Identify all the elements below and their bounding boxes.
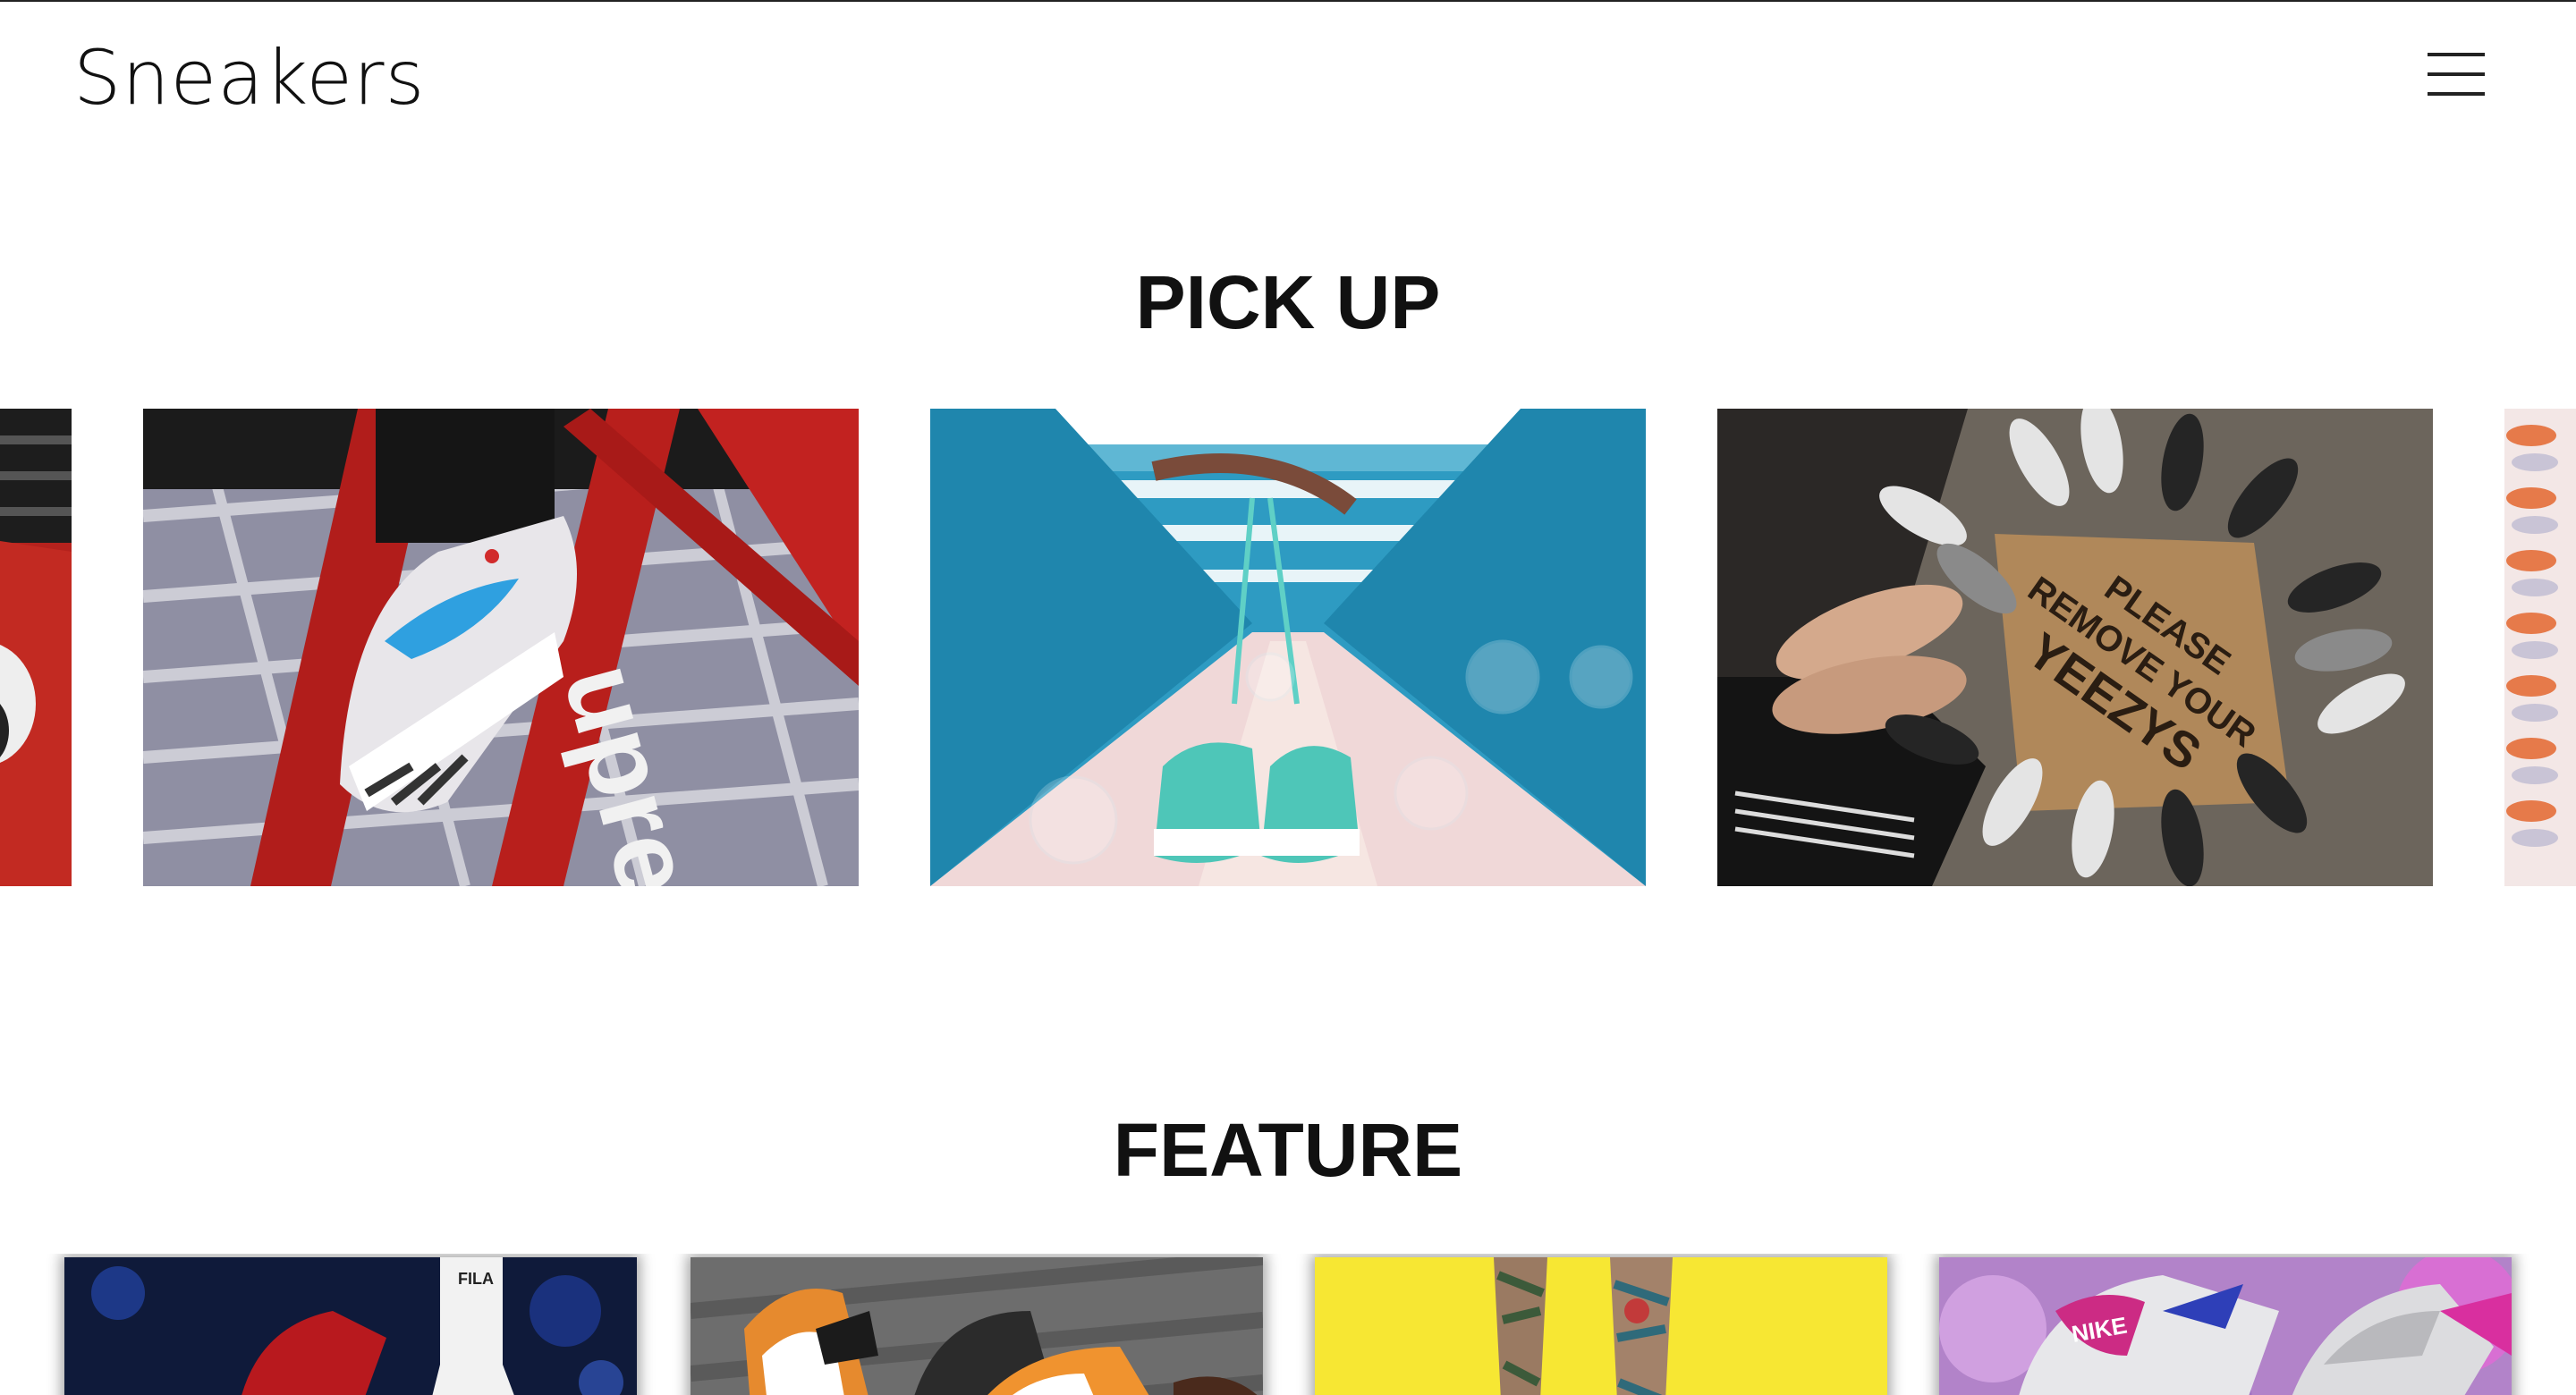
hamburger-menu-icon[interactable] [2428,51,2485,97]
slide-image [0,409,72,886]
pickup-slide-partial-left[interactable] [0,409,72,886]
feature-card[interactable]: FILA [64,1257,637,1395]
slide-image: PLEASE REMOVE YOUR YEEZYS [1717,409,2433,886]
pickup-slide-doormat[interactable]: PLEASE REMOVE YOUR YEEZYS [1717,409,2433,886]
pickup-slide-blue-bridge[interactable] [930,409,1646,886]
feature-card-image: FILA [64,1257,637,1395]
menu-line [2428,72,2485,76]
feature-grid: FILA NIKE [0,1254,2576,1395]
feature-card[interactable] [691,1257,1263,1395]
slide-image [2504,409,2576,886]
pickup-carousel[interactable]: upre PLEASE REMOVE YOUR YEEZYS [0,409,2576,886]
pickup-section-title: PICK UP [1135,260,1441,344]
feature-card[interactable] [1315,1257,1887,1395]
menu-line [2428,92,2485,96]
feature-card-image: NIKE [1939,1257,2512,1395]
feature-card-image [691,1257,1263,1395]
svg-text:FILA: FILA [458,1270,494,1288]
feature-card[interactable]: NIKE [1939,1257,2512,1395]
pickup-slide-red-stripes[interactable]: upre [143,409,859,886]
feature-section-title: FEATURE [1113,1108,1463,1192]
slide-image: upre [143,409,859,886]
menu-line [2428,53,2485,56]
site-header: Sneakers [0,2,2576,154]
site-logo[interactable]: Sneakers [73,29,425,127]
slide-image [930,409,1646,886]
feature-card-image [1315,1257,1887,1395]
pickup-slide-partial-right[interactable] [2504,409,2576,886]
page: Sneakers PICK UP upre PLEASE REMOVE YOUR… [0,0,2576,1395]
